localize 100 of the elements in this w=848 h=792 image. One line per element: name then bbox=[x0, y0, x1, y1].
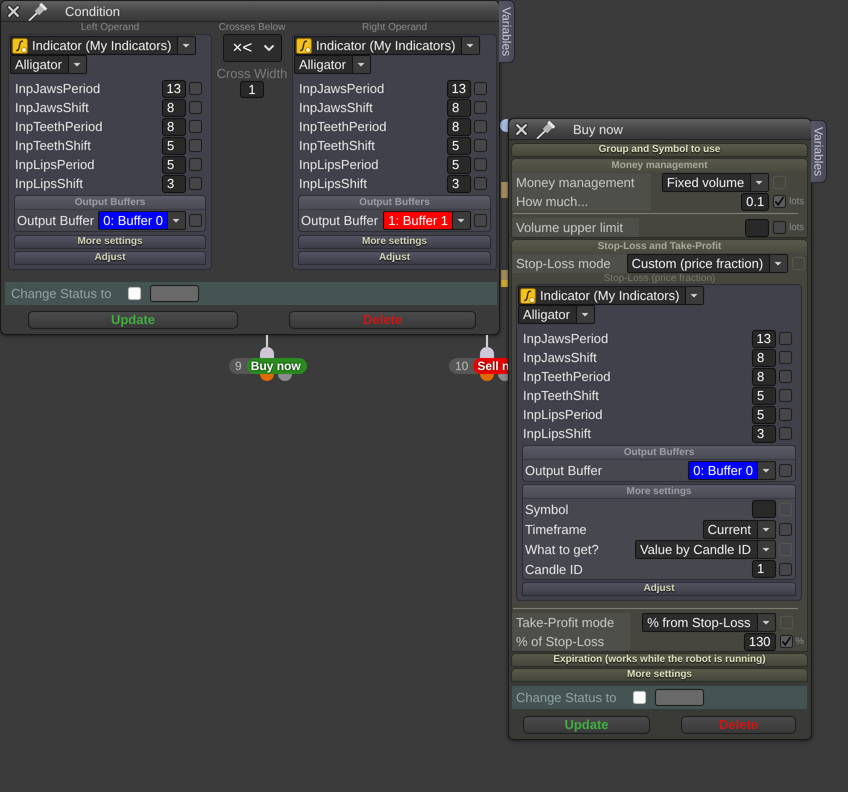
status-field[interactable] bbox=[150, 285, 200, 302]
checkbox[interactable] bbox=[779, 427, 792, 440]
value-field[interactable]: 1 bbox=[752, 560, 776, 578]
caret-icon[interactable] bbox=[757, 462, 775, 479]
section-bar[interactable]: More settings bbox=[511, 668, 808, 682]
checkbox[interactable] bbox=[189, 214, 202, 227]
checkbox[interactable] bbox=[189, 82, 202, 95]
checkbox[interactable] bbox=[189, 101, 202, 114]
value-field[interactable]: 8 bbox=[752, 348, 776, 366]
value-field[interactable]: 5 bbox=[752, 406, 776, 424]
caret-icon[interactable] bbox=[461, 37, 480, 54]
checkbox[interactable] bbox=[128, 287, 142, 300]
value-field[interactable]: 5 bbox=[162, 136, 186, 154]
value-field[interactable]: 130 bbox=[744, 632, 776, 650]
adjust-bar[interactable]: Adjust bbox=[522, 582, 796, 596]
status-field[interactable] bbox=[655, 689, 704, 706]
select-dropdown[interactable]: Current bbox=[702, 520, 776, 538]
close-icon[interactable] bbox=[7, 4, 20, 18]
checkbox[interactable] bbox=[474, 101, 487, 114]
value-field[interactable]: 5 bbox=[447, 136, 471, 154]
source-dropdown[interactable]: Indicator (My Indicators) bbox=[294, 36, 480, 55]
checkbox[interactable] bbox=[189, 177, 202, 190]
checkbox[interactable] bbox=[779, 370, 792, 383]
crossing-dropdown[interactable]: ×< bbox=[222, 34, 282, 62]
value-field[interactable]: 8 bbox=[752, 368, 776, 386]
input-port-icon[interactable] bbox=[260, 347, 274, 358]
caret-icon[interactable] bbox=[685, 287, 704, 304]
checkbox[interactable] bbox=[773, 195, 786, 208]
adjust-bar[interactable]: Adjust bbox=[298, 251, 491, 265]
checkbox[interactable] bbox=[779, 389, 792, 402]
buffer-dropdown[interactable]: 0: Buffer 0 bbox=[688, 461, 776, 480]
caret-icon[interactable] bbox=[756, 614, 775, 631]
caret-icon[interactable] bbox=[167, 212, 185, 229]
value-field[interactable]: 13 bbox=[752, 330, 776, 348]
caret-icon[interactable] bbox=[769, 255, 788, 272]
side-tab[interactable]: Variables bbox=[811, 120, 827, 183]
caret-icon[interactable] bbox=[757, 520, 775, 538]
input-port-icon[interactable] bbox=[500, 119, 508, 132]
output-port-icon[interactable] bbox=[480, 374, 494, 381]
output-port-icon[interactable] bbox=[260, 374, 274, 381]
checkbox[interactable] bbox=[474, 120, 487, 133]
checkbox[interactable] bbox=[474, 139, 487, 152]
input-field[interactable] bbox=[745, 218, 770, 236]
checkbox[interactable] bbox=[189, 120, 202, 133]
value-field[interactable]: 8 bbox=[447, 118, 471, 136]
value-field[interactable]: 8 bbox=[162, 118, 186, 136]
caret-icon[interactable] bbox=[177, 37, 196, 54]
flow-node[interactable] bbox=[501, 270, 508, 287]
checkbox[interactable] bbox=[773, 221, 786, 234]
caret-icon[interactable] bbox=[750, 174, 768, 191]
source-dropdown[interactable]: Indicator (My Indicators) bbox=[518, 286, 704, 305]
value-field[interactable]: 5 bbox=[162, 156, 186, 174]
adjust-bar[interactable]: Adjust bbox=[14, 251, 206, 265]
checkbox[interactable] bbox=[189, 158, 202, 171]
checkbox[interactable] bbox=[779, 562, 792, 576]
checkbox[interactable] bbox=[779, 332, 792, 345]
checkbox[interactable] bbox=[779, 464, 792, 477]
checkbox[interactable] bbox=[474, 82, 487, 95]
caret-icon[interactable] bbox=[452, 212, 470, 229]
buffer-dropdown[interactable]: 1: Buffer 1 bbox=[383, 211, 471, 230]
value-field[interactable]: 3 bbox=[162, 174, 186, 192]
value-field[interactable]: 5 bbox=[447, 156, 471, 174]
close-icon[interactable] bbox=[515, 122, 528, 136]
value-field[interactable]: 3 bbox=[447, 174, 471, 192]
side-tab[interactable]: Variables bbox=[499, 0, 515, 63]
flow-node[interactable] bbox=[501, 182, 508, 198]
buffer-dropdown[interactable]: 0: Buffer 0 bbox=[98, 211, 186, 230]
more-settings-bar[interactable]: More settings bbox=[14, 235, 206, 249]
source-dropdown[interactable]: Indicator (My Indicators) bbox=[10, 36, 196, 55]
checkbox[interactable] bbox=[474, 214, 487, 227]
value-field[interactable]: 0.1 bbox=[741, 192, 770, 210]
checkbox[interactable] bbox=[633, 691, 646, 704]
checkbox[interactable] bbox=[474, 177, 487, 190]
pin-icon[interactable] bbox=[28, 2, 49, 20]
section-bar[interactable]: Expiration (works while the robot is running) bbox=[511, 653, 808, 667]
caret-icon[interactable] bbox=[757, 540, 775, 558]
checkbox[interactable] bbox=[779, 408, 792, 421]
indicator-dropdown[interactable]: Alligator bbox=[10, 55, 87, 74]
input-field[interactable] bbox=[752, 500, 776, 518]
pin-icon[interactable] bbox=[536, 120, 557, 138]
checkbox[interactable] bbox=[779, 351, 792, 364]
value-field[interactable]: 5 bbox=[752, 386, 776, 404]
indicator-dropdown[interactable]: Alligator bbox=[294, 55, 371, 74]
checkbox[interactable] bbox=[189, 139, 202, 152]
more-settings-bar[interactable]: More settings bbox=[298, 235, 491, 249]
flow-node[interactable]: 9 Buy now bbox=[229, 358, 307, 374]
update-button[interactable]: Update bbox=[523, 716, 650, 734]
update-button[interactable]: Update bbox=[28, 311, 238, 329]
caret-icon[interactable] bbox=[576, 306, 594, 323]
checkbox[interactable] bbox=[779, 522, 792, 536]
value-field[interactable]: 3 bbox=[752, 424, 776, 442]
value-field[interactable]: 13 bbox=[162, 80, 186, 98]
value-field[interactable]: 8 bbox=[162, 98, 186, 116]
output-port-icon[interactable] bbox=[278, 374, 292, 381]
caret-icon[interactable] bbox=[68, 56, 86, 73]
checkbox[interactable] bbox=[474, 158, 487, 171]
value-field[interactable]: 1 bbox=[240, 81, 264, 98]
input-port-icon[interactable] bbox=[480, 347, 494, 358]
indicator-dropdown[interactable]: Alligator bbox=[518, 305, 595, 324]
value-field[interactable]: 8 bbox=[447, 98, 471, 116]
